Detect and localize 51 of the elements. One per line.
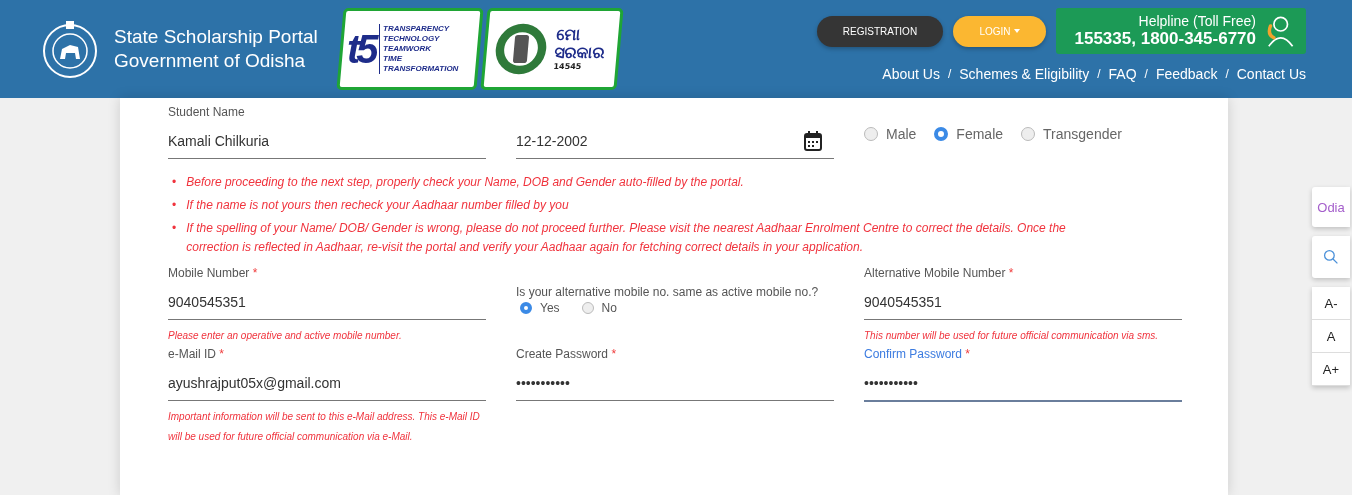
radio-option[interactable]: Yes: [520, 301, 560, 315]
nav-separator: /: [1144, 67, 1148, 81]
question-text: Is your alternative mobile no. same as active mobile no.?: [516, 285, 820, 299]
input-field[interactable]: •••••••••••: [864, 366, 1182, 402]
radio-option[interactable]: No: [581, 301, 617, 315]
font-size-button[interactable]: A: [1312, 320, 1350, 353]
helpline-title: Helpline (Toll Free): [1138, 13, 1256, 29]
bullet: •: [172, 197, 177, 214]
nav-separator: /: [947, 67, 952, 81]
calendar-icon[interactable]: [804, 131, 822, 151]
warning-note: If the spelling of your Name/ DOB/ Gender is wrong, please do not proceed further. Please visit the nearest Aadhaar Enrolment Centre to correct the details. Once the correction is reflected in Aadhaar, re-visit the portal and verify your Aadhaar again for fetching correct details in your application.: [186, 220, 1067, 256]
nav-link[interactable]: Contact Us: [1236, 66, 1306, 82]
input-field[interactable]: ayushrajput05x@gmail.com: [168, 366, 486, 401]
input-field[interactable]: Kamali Chilkuria: [168, 124, 486, 159]
search-icon[interactable]: [1323, 249, 1339, 265]
portal-title: State Scholarship Portal: [114, 25, 318, 49]
nav-separator: /: [1225, 67, 1229, 81]
search-button[interactable]: [1312, 236, 1350, 278]
registration-button[interactable]: REGISTRATION: [817, 15, 943, 47]
field-label: e-Mail ID *: [168, 346, 226, 362]
field-label: Alternative Mobile Number *: [864, 265, 1015, 281]
input-field[interactable]: •••••••••••: [516, 366, 834, 401]
nav-link[interactable]: Schemes & Eligibility: [959, 66, 1090, 82]
nav-link[interactable]: About Us: [882, 66, 940, 82]
font-size-button[interactable]: A+: [1312, 353, 1350, 386]
emblem-icon: [40, 19, 100, 79]
radio-option[interactable]: Male: [864, 126, 917, 142]
input-field[interactable]: 9040545351: [168, 285, 486, 320]
field-hint: Important information will be sent to this e-Mail address. This e-Mail ID will be used for future official communication via e-Mail.: [168, 410, 481, 444]
field-label: Student Name: [168, 104, 246, 120]
bullet: •: [172, 220, 177, 237]
input-field[interactable]: 9040545351: [864, 285, 1182, 320]
warning-note: Before proceeding to the next step, properly check your Name, DOB and Gender auto-filled by the portal.: [186, 174, 744, 191]
nav-link[interactable]: Feedback: [1155, 66, 1218, 82]
field-label: Create Password *: [516, 346, 618, 362]
helpline-numbers: 155335, 1800-345-6770: [1074, 29, 1256, 49]
nav-separator: /: [1097, 67, 1101, 81]
field-label: Confirm Password *: [864, 346, 972, 362]
radio-option[interactable]: Transgender: [1021, 126, 1122, 142]
language-button[interactable]: Odia: [1312, 187, 1350, 227]
font-size-button[interactable]: A-: [1312, 287, 1350, 320]
portal-title: Government of Odisha: [114, 49, 307, 73]
date-field[interactable]: 12-12-2002: [516, 124, 834, 159]
field-label: Mobile Number *: [168, 265, 259, 281]
nav-link[interactable]: FAQ: [1108, 66, 1137, 82]
bullet: •: [172, 174, 177, 191]
mo-sarkar-logo: ମୋ ସରକାର 14545: [480, 8, 624, 90]
field-hint: Please enter an operative and active mobile number.: [168, 329, 403, 343]
field-hint: This number will be used for future official communication via sms.: [864, 329, 1159, 343]
warning-note: If the name is not yours then recheck your Aadhaar number filled by you: [186, 197, 569, 214]
radio-option[interactable]: Female: [934, 126, 1004, 142]
